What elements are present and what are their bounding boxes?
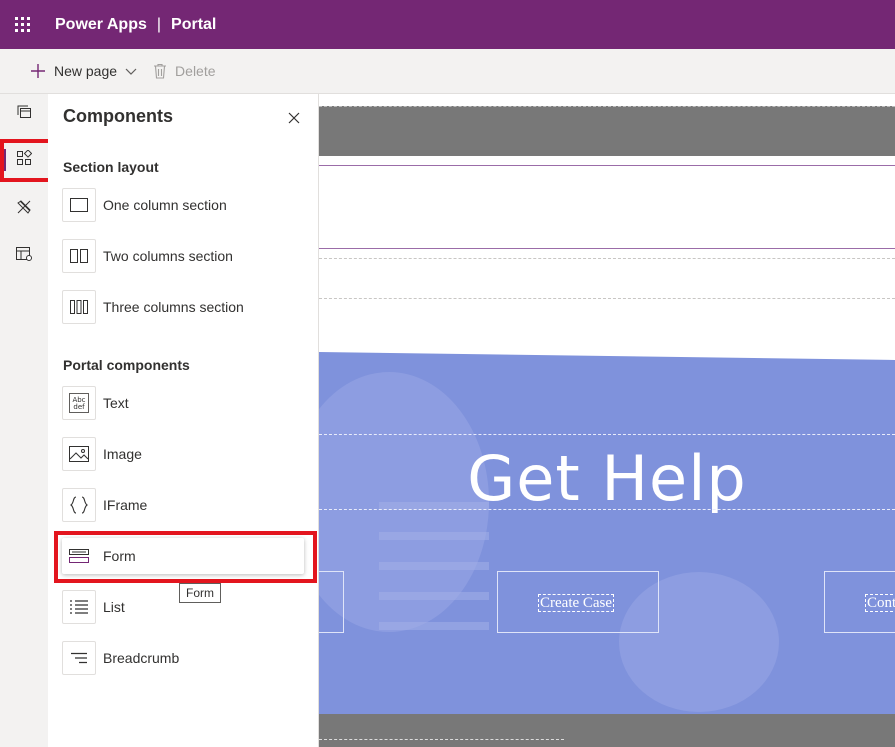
component-label: Breadcrumb — [103, 650, 180, 666]
hero-background-stripe — [379, 562, 489, 570]
page-canvas[interactable]: Get Help Create Case Cont — [319, 94, 895, 747]
chevron-down-icon[interactable] — [125, 65, 137, 77]
section-dash-top — [319, 258, 895, 259]
component-image[interactable]: Image — [62, 436, 304, 472]
contact-link[interactable]: Cont — [865, 594, 895, 612]
new-page-button[interactable]: New page — [30, 63, 137, 79]
hero-background-stripe — [379, 592, 489, 600]
three-columns-icon — [62, 290, 96, 324]
rail-templates-button[interactable] — [0, 236, 48, 276]
hero-link-box[interactable] — [319, 571, 344, 633]
component-label: Image — [103, 446, 142, 462]
portal-components-heading: Portal components — [63, 357, 190, 373]
rail-highlight-box — [0, 139, 53, 182]
app-launcher-button[interactable] — [0, 0, 45, 49]
one-column-icon — [62, 188, 96, 222]
app-title: Power Apps | Portal — [55, 16, 216, 34]
image-icon — [62, 437, 96, 471]
hero-background-stripe — [379, 532, 489, 540]
app-name[interactable]: Power Apps — [55, 16, 147, 34]
component-label: Three columns section — [103, 299, 244, 315]
site-header-bar[interactable] — [319, 106, 895, 156]
templates-icon — [15, 246, 33, 267]
waffle-icon — [15, 17, 30, 32]
component-label: Two columns section — [103, 248, 233, 264]
rail-themes-button[interactable] — [0, 189, 48, 229]
left-rail — [0, 94, 48, 747]
component-label: List — [103, 599, 125, 615]
section-border-bottom — [319, 248, 895, 249]
delete-label: Delete — [175, 63, 216, 79]
new-page-label: New page — [54, 63, 118, 79]
create-case-box[interactable]: Create Case — [497, 571, 659, 633]
themes-icon — [16, 199, 32, 220]
breadcrumb-icon — [62, 641, 96, 675]
component-two-columns-section[interactable]: Two columns section — [62, 238, 304, 274]
app-header: Power Apps | Portal — [0, 0, 895, 49]
component-one-column-section[interactable]: One column section — [62, 187, 304, 223]
iframe-icon — [62, 488, 96, 522]
hero-section[interactable]: Get Help Create Case Cont — [319, 352, 895, 714]
text-icon: Abc def — [62, 386, 96, 420]
hero-title[interactable]: Get Help — [319, 442, 895, 515]
component-text[interactable]: Abc def Text — [62, 385, 304, 421]
component-iframe[interactable]: IFrame — [62, 487, 304, 523]
component-label: Text — [103, 395, 129, 411]
footer-dash — [319, 739, 564, 740]
title-separator: | — [156, 15, 162, 33]
hero-background-stripe — [379, 622, 489, 630]
hero-dash-top — [319, 434, 895, 435]
contact-box[interactable]: Cont — [824, 571, 895, 633]
site-footer-bar[interactable] — [319, 714, 895, 747]
panel-title: Components — [63, 106, 173, 126]
two-columns-icon — [62, 239, 96, 273]
close-icon[interactable] — [284, 108, 304, 128]
section-border-top — [319, 165, 895, 166]
command-bar: New page Delete — [0, 49, 895, 94]
pages-icon — [16, 104, 32, 125]
hero-dash-bottom — [319, 509, 895, 510]
components-panel: Components Section layout One column sec… — [48, 94, 319, 747]
component-label: IFrame — [103, 497, 148, 513]
component-label: One column section — [103, 197, 227, 213]
site-name: Portal — [171, 15, 217, 33]
rail-pages-button[interactable] — [0, 94, 48, 134]
list-icon — [62, 590, 96, 624]
form-tooltip: Form — [179, 583, 221, 603]
plus-icon — [30, 63, 46, 79]
trash-icon — [153, 63, 167, 79]
svg-text:def: def — [73, 403, 85, 411]
section-layout-heading: Section layout — [63, 159, 159, 175]
form-highlight-box — [54, 531, 317, 583]
section-dash-bottom — [319, 298, 895, 299]
create-case-link[interactable]: Create Case — [538, 594, 615, 612]
delete-button[interactable]: Delete — [153, 63, 216, 79]
component-breadcrumb[interactable]: Breadcrumb — [62, 640, 304, 676]
component-three-columns-section[interactable]: Three columns section — [62, 289, 304, 325]
